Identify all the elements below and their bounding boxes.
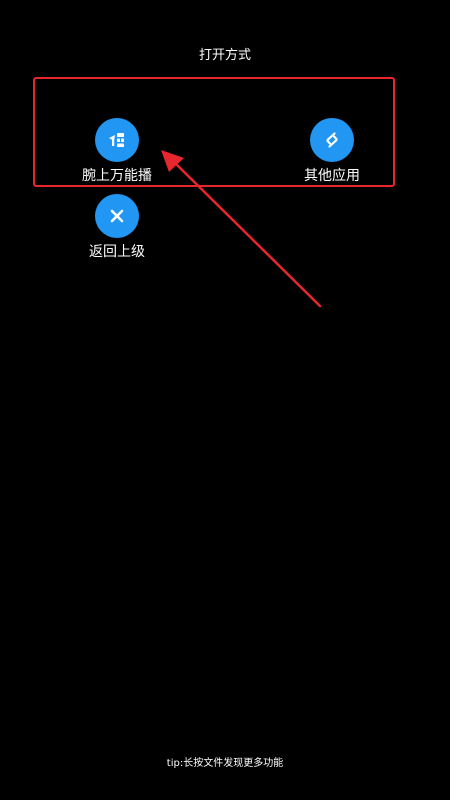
tip-text: tip:长按文件发现更多功能 (166, 758, 284, 769)
watch-player-icon-circle (95, 118, 139, 162)
share-app-icon (326, 132, 338, 148)
go-back-label: 返回上级 (89, 244, 145, 260)
watch-player-label: 腕上万能播 (82, 168, 152, 184)
other-app-icon-circle (310, 118, 354, 162)
close-icon (110, 209, 124, 223)
go-back-button[interactable]: 返回上级 (67, 194, 167, 261)
go-back-icon-circle (95, 194, 139, 238)
open-with-other-app-button[interactable]: 其他应用 (282, 118, 382, 185)
app-logo-icon (109, 133, 124, 147)
other-app-label: 其他应用 (304, 168, 360, 184)
dialog-title: 打开方式 (198, 48, 251, 63)
open-with-watch-player-button[interactable]: 腕上万能播 (67, 118, 167, 185)
